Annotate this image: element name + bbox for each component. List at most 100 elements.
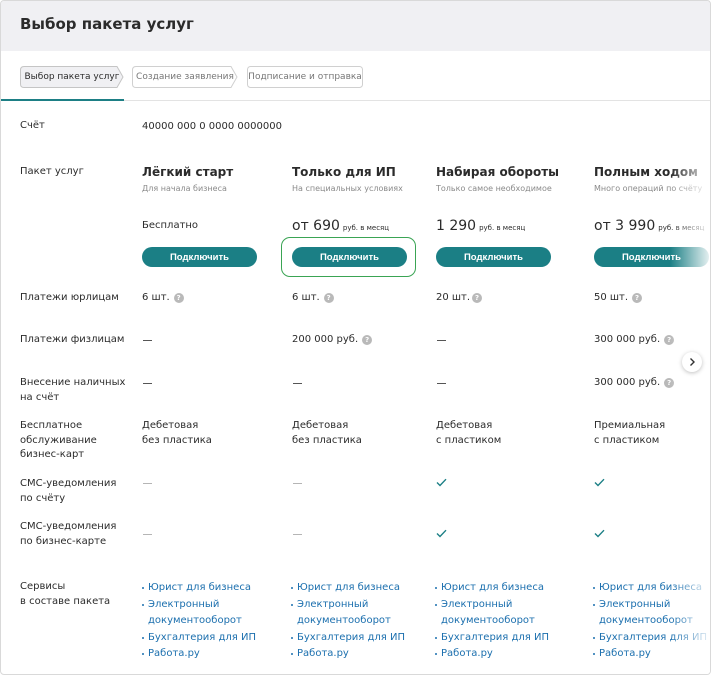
active-step-indicator [1, 99, 124, 101]
plan-subtitle: На специальных условиях [292, 184, 403, 193]
service-text: документооборот [441, 615, 535, 626]
service-link-edo[interactable]: Электронный документооборот [593, 597, 707, 630]
service-text: Электронный [599, 598, 671, 610]
scroll-right-button[interactable] [682, 352, 702, 372]
checkmark-icon [436, 478, 447, 487]
value-text: 300 000 руб. [594, 377, 661, 388]
service-text: Электронный [297, 598, 369, 610]
cards-value: Премиальная с пластиком [594, 420, 666, 446]
checkmark-icon [436, 529, 447, 538]
service-text: документооборот [148, 615, 242, 626]
service-link-accounting[interactable]: Бухгалтерия для ИП [142, 630, 256, 647]
plan-price: 1 290 руб. в месяц [436, 215, 525, 234]
connect-button-gaining-momentum[interactable]: Подключить [436, 247, 551, 267]
question-circle-icon[interactable]: ? [323, 293, 334, 303]
service-link-lawyer[interactable]: Юрист для бизнеса [291, 580, 405, 597]
cash-deposit-value: 300 000 руб.? [594, 376, 675, 391]
step-label: Подписание и отправка [248, 72, 362, 82]
value-text: 6 шт. [142, 292, 170, 303]
service-link-accounting[interactable]: Бухгалтерия для ИП [291, 630, 405, 647]
service-link-lawyer[interactable]: Юрист для бизнеса [593, 580, 707, 597]
plan-subtitle: Только самое необходимое [436, 184, 552, 193]
services-list: Юрист для бизнеса Электронный документооб… [593, 580, 707, 663]
question-circle-icon[interactable]: ? [362, 335, 373, 345]
price-unit: руб. в месяц [658, 224, 705, 232]
price-amount: от 3 990 [594, 218, 656, 234]
plan-name: Только для ИП [292, 165, 396, 179]
plan-name: Набирая обороты [436, 165, 560, 179]
page-header: Выбор пакета услуг [1, 1, 710, 51]
service-link-lawyer[interactable]: Юрист для бизнеса [142, 580, 256, 597]
dash-icon [437, 383, 446, 384]
connect-button-easy-start[interactable]: Подключить [142, 247, 257, 267]
cards-value: Дебетовая без пластика [292, 420, 362, 446]
dash-icon [143, 340, 152, 341]
row-label-cash-deposit: Внесение наличных на счёт [20, 377, 126, 403]
package-selection-window: Выбор пакета услуг Выбор пакета услуг Со… [0, 0, 711, 675]
value-text: 20 шт. [436, 292, 471, 303]
row-label-free-cards: Бесплатное обслуживание бизнес-карт [20, 420, 97, 460]
service-link-rabota[interactable]: Работа.ру [435, 646, 549, 663]
step-sign-and-send[interactable]: Подписание и отправка [247, 66, 363, 88]
plan-subtitle: Много операций по счёту [594, 184, 703, 193]
value-text: 6 шт. [292, 292, 320, 303]
legal-payments-value: 50 шт.? [594, 291, 643, 306]
service-link-edo[interactable]: Электронный документооборот [142, 597, 256, 630]
plan-price: от 3 990 руб. в месяц [594, 215, 704, 234]
service-link-edo[interactable]: Электронный документооборот [435, 597, 549, 630]
dash-icon [293, 483, 302, 484]
chevron-right-icon [690, 358, 695, 366]
stepper: Выбор пакета услуг Создание заявления По… [1, 51, 710, 101]
service-text: Электронный [441, 598, 513, 610]
service-text: документооборот [599, 615, 693, 626]
page-title: Выбор пакета услуг [20, 15, 194, 33]
plan-name: Лёгкий старт [142, 165, 234, 179]
step-create-application[interactable]: Создание заявления [132, 66, 238, 88]
individual-payments-value: 300 000 руб.? [594, 333, 675, 348]
services-list: Юрист для бизнеса Электронный документооб… [291, 580, 405, 663]
row-label-package: Пакет услуг [20, 166, 84, 177]
price-amount: от 690 [292, 218, 340, 234]
dash-icon [143, 383, 152, 384]
row-label-individual-payments: Платежи физлицам [20, 334, 125, 345]
value-text: 50 шт. [594, 292, 629, 303]
legal-payments-value: 6 шт.? [142, 291, 184, 306]
question-circle-icon[interactable]: ? [632, 293, 643, 303]
price-amount: 1 290 [436, 218, 477, 234]
row-label-account: Счёт [20, 120, 45, 131]
dash-icon [143, 483, 152, 484]
legal-payments-value: 6 шт.? [292, 291, 334, 306]
service-link-rabota[interactable]: Работа.ру [291, 646, 405, 663]
service-link-accounting[interactable]: Бухгалтерия для ИП [435, 630, 549, 647]
step-label: Выбор пакета услуг [24, 72, 120, 82]
question-circle-icon[interactable]: ? [472, 293, 483, 303]
services-list: Юрист для бизнеса Электронный документооб… [435, 580, 549, 663]
question-circle-icon[interactable]: ? [173, 293, 184, 303]
dash-icon [293, 383, 302, 384]
row-label-sms-card: СМС-уведомления по бизнес-карте [20, 521, 117, 547]
question-circle-icon[interactable]: ? [664, 335, 675, 345]
connect-button-ip-only[interactable]: Подключить [292, 247, 407, 267]
checkmark-icon [594, 529, 605, 538]
dash-icon [293, 534, 302, 535]
step-label: Создание заявления [136, 72, 234, 82]
service-link-edo[interactable]: Электронный документооборот [291, 597, 405, 630]
service-link-lawyer[interactable]: Юрист для бизнеса [435, 580, 549, 597]
value-text: 300 000 руб. [594, 334, 661, 345]
services-list: Юрист для бизнеса Электронный документооб… [142, 580, 256, 663]
service-link-rabota[interactable]: Работа.ру [593, 646, 707, 663]
service-link-accounting[interactable]: Бухгалтерия для ИП [593, 630, 707, 647]
plan-price: от 690 руб. в месяц [292, 215, 389, 234]
price-unit: руб. в месяц [342, 224, 390, 232]
plan-subtitle: Для начала бизнеса [142, 184, 227, 193]
step-select-package[interactable]: Выбор пакета услуг [20, 66, 124, 88]
checkmark-icon [594, 478, 605, 487]
row-label-legal-payments: Платежи юрлицам [20, 292, 119, 303]
service-text: документооборот [297, 615, 391, 626]
connect-button-full-speed[interactable]: Подключить [594, 247, 709, 267]
account-number: 40000 000 0 0000 0000000 [142, 121, 282, 132]
question-circle-icon[interactable]: ? [664, 378, 675, 388]
cards-value: Дебетовая с пластиком [436, 420, 502, 446]
row-label-services: Сервисы в составе пакета [20, 581, 111, 607]
service-link-rabota[interactable]: Работа.ру [142, 646, 256, 663]
